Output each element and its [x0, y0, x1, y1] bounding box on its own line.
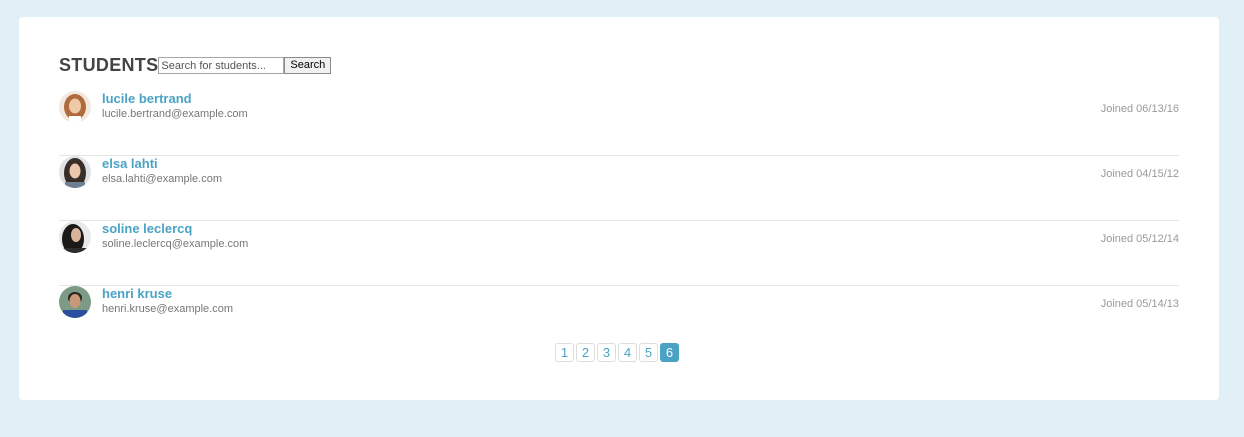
student-name[interactable]: elsa lahti — [102, 156, 158, 172]
page-6-button[interactable]: 6 — [660, 343, 679, 362]
avatar[interactable] — [59, 156, 91, 188]
students-header: STUDENTS Search — [59, 55, 332, 76]
page-title: STUDENTS — [59, 55, 159, 75]
search-input[interactable] — [158, 57, 285, 74]
joined-date: Joined 05/14/13 — [1100, 298, 1179, 310]
student-email: henri.kruse@example.com — [102, 303, 233, 315]
student-name[interactable]: lucile bertrand — [102, 91, 192, 107]
student-row[interactable]: henri kruse henri.kruse@example.com Join… — [59, 286, 1179, 350]
page-2-button[interactable]: 2 — [576, 343, 595, 362]
student-name[interactable]: henri kruse — [102, 286, 172, 302]
avatar[interactable] — [59, 221, 91, 253]
student-row[interactable]: elsa lahti elsa.lahti@example.com Joined… — [59, 156, 1179, 221]
student-list: lucile bertrand lucile.bertrand@example.… — [59, 91, 1179, 350]
student-row[interactable]: soline leclercq soline.leclercq@example.… — [59, 221, 1179, 286]
student-email: soline.leclercq@example.com — [102, 238, 249, 250]
joined-date: Joined 05/12/14 — [1100, 233, 1179, 245]
avatar[interactable] — [59, 286, 91, 318]
student-email: lucile.bertrand@example.com — [102, 108, 248, 120]
page-5-button[interactable]: 5 — [639, 343, 658, 362]
page-4-button[interactable]: 4 — [618, 343, 637, 362]
student-email: elsa.lahti@example.com — [102, 173, 222, 185]
avatar[interactable] — [59, 91, 91, 123]
student-row[interactable]: lucile bertrand lucile.bertrand@example.… — [59, 91, 1179, 156]
pagination: 1 2 3 4 5 6 — [555, 343, 681, 362]
joined-date: Joined 04/15/12 — [1100, 168, 1179, 180]
page-1-button[interactable]: 1 — [555, 343, 574, 362]
page-3-button[interactable]: 3 — [597, 343, 616, 362]
students-card: STUDENTS Search lucile bertrand lucile.b… — [19, 17, 1219, 400]
student-name[interactable]: soline leclercq — [102, 221, 192, 237]
search-button[interactable]: Search — [284, 57, 332, 74]
joined-date: Joined 06/13/16 — [1100, 103, 1179, 115]
